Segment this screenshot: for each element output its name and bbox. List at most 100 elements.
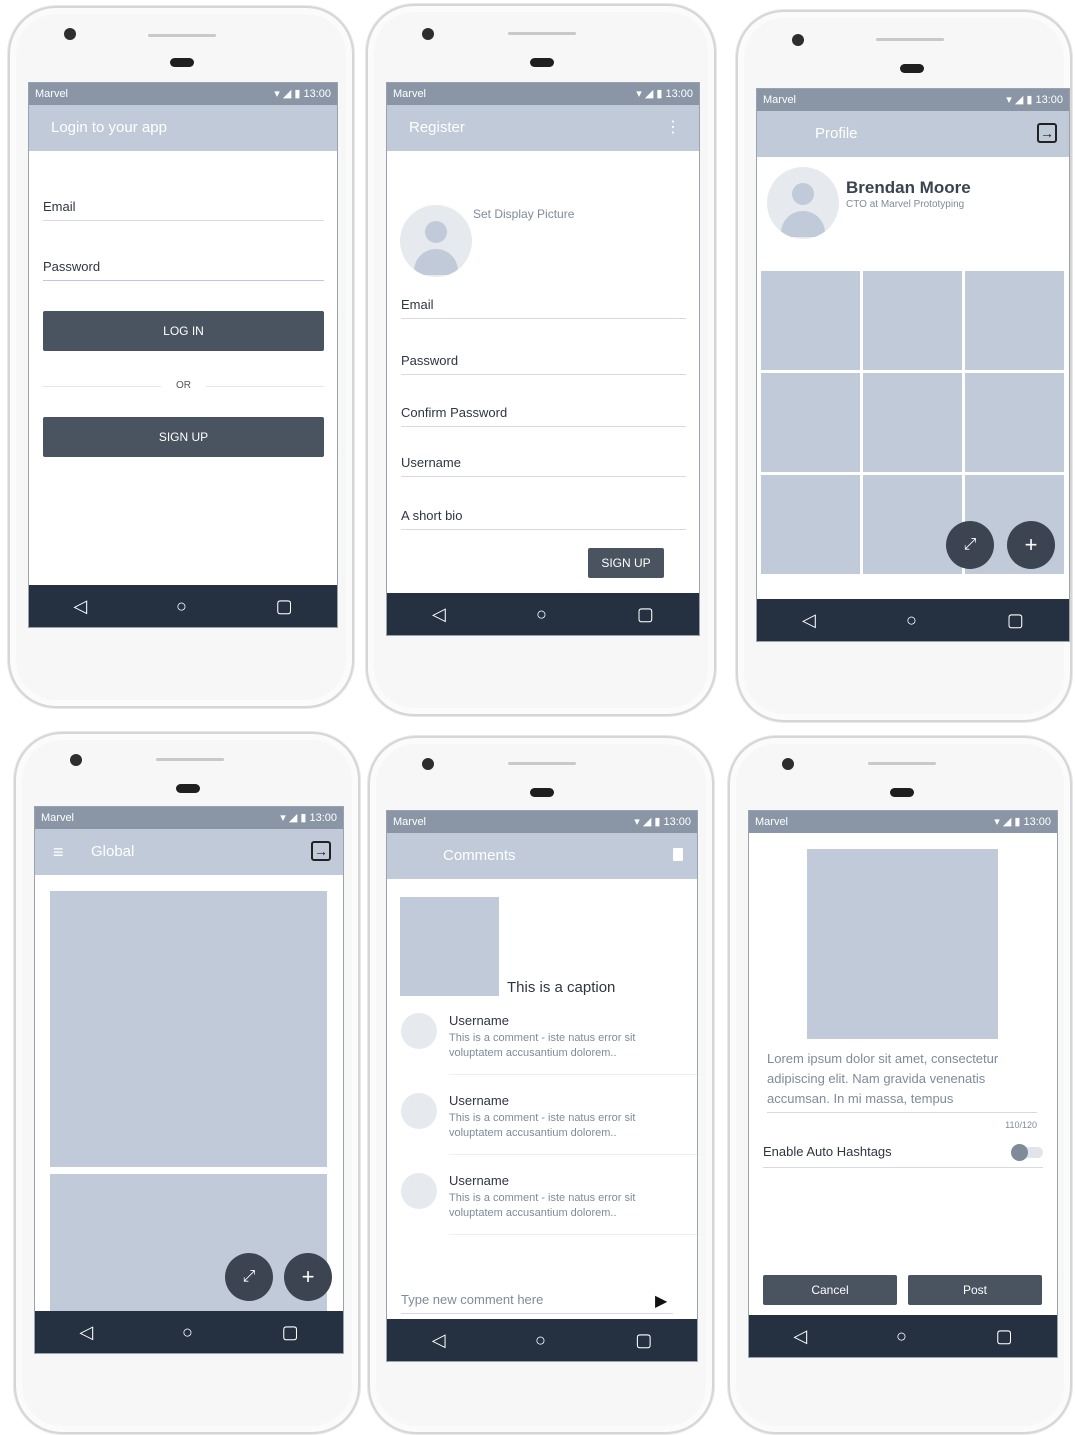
home-icon[interactable]: ○ — [535, 1330, 546, 1351]
recents-icon[interactable]: ▢ — [996, 1326, 1013, 1347]
camera-icon — [70, 754, 82, 766]
photo-tile[interactable] — [965, 271, 1064, 370]
avatar-body — [414, 249, 458, 275]
home-icon[interactable]: ○ — [182, 1322, 193, 1343]
post-image[interactable] — [400, 897, 499, 996]
confirm-password-field[interactable]: Confirm Password — [401, 405, 686, 427]
photo-tile[interactable] — [863, 373, 962, 472]
menu-icon[interactable]: ≡ — [53, 829, 64, 875]
logout-icon[interactable]: → — [311, 841, 331, 861]
expand-icon[interactable]: ⤢ — [946, 521, 994, 569]
back-icon[interactable]: ◁ — [432, 1330, 446, 1351]
carrier-label: Marvel — [41, 812, 75, 824]
signal-icon: ▾ ◢ ▮ — [1006, 94, 1036, 106]
photo-tile[interactable] — [761, 373, 860, 472]
status-right: ▾ ◢ ▮ 13:00 — [280, 807, 337, 829]
home-icon[interactable]: ○ — [536, 604, 547, 625]
nav-bar: ◁ ○ ▢ — [29, 585, 337, 627]
password-field[interactable]: Password — [401, 353, 686, 375]
username-field[interactable]: Username — [401, 455, 686, 477]
login-button[interactable]: LOG IN — [43, 311, 324, 351]
app-bar: Login to your app — [29, 105, 337, 151]
post-body-text[interactable]: Lorem ipsum dolor sit amet, consectetur … — [767, 1049, 1035, 1109]
recents-icon[interactable]: ▢ — [635, 1330, 652, 1351]
earpiece — [170, 58, 194, 67]
divider-line-right — [206, 386, 324, 387]
carrier-label: Marvel — [393, 816, 427, 828]
speaker-grill — [148, 34, 216, 37]
comment-divider — [449, 1074, 697, 1075]
comment-item: Username This is a comment - iste natus … — [387, 1011, 697, 1075]
password-label: Password — [43, 259, 101, 274]
nav-bar: ◁ ○ ▢ — [387, 1319, 697, 1361]
home-icon[interactable]: ○ — [896, 1326, 907, 1347]
password-field[interactable]: Password — [43, 259, 324, 281]
char-counter: 110/120 — [1005, 1120, 1037, 1130]
photo-tile[interactable] — [863, 271, 962, 370]
post-image-preview[interactable] — [807, 849, 998, 1039]
page-title: Global — [91, 843, 135, 860]
camera-icon — [64, 28, 76, 40]
comment-input[interactable]: Type new comment here — [401, 1291, 673, 1314]
camera-icon — [422, 28, 434, 40]
add-icon[interactable]: + — [284, 1253, 332, 1301]
trash-icon[interactable] — [673, 848, 683, 861]
recents-icon[interactable]: ▢ — [637, 604, 654, 625]
overflow-menu-icon[interactable]: ⋮ — [665, 105, 681, 151]
set-picture-link[interactable]: Set Display Picture — [473, 207, 574, 221]
email-field[interactable]: Email — [401, 297, 686, 319]
comment-username: Username — [449, 1093, 509, 1108]
email-field[interactable]: Email — [43, 199, 324, 221]
send-icon[interactable]: ▶ — [655, 1291, 667, 1311]
comment-username: Username — [449, 1173, 509, 1188]
clock: 13:00 — [303, 88, 331, 100]
speaker-grill — [508, 762, 576, 765]
status-right: ▾ ◢ ▮ 13:00 — [274, 83, 331, 105]
feed-post-image[interactable] — [50, 891, 327, 1167]
password-label: Password — [401, 353, 459, 368]
recents-icon[interactable]: ▢ — [276, 596, 293, 617]
page-title: Comments — [443, 847, 516, 864]
back-icon[interactable]: ◁ — [79, 1322, 93, 1343]
screen-register: Marvel ▾ ◢ ▮ 13:00 Register ⋮ Set Displa… — [386, 82, 700, 636]
phone-comments: Marvel ▾ ◢ ▮ 13:00 Comments This is a ca… — [368, 736, 714, 1434]
home-icon[interactable]: ○ — [176, 596, 187, 617]
add-icon[interactable]: + — [1007, 521, 1055, 569]
post-button[interactable]: Post — [908, 1275, 1042, 1305]
clock: 13:00 — [665, 88, 693, 100]
comment-input-placeholder: Type new comment here — [401, 1292, 544, 1307]
photo-tile[interactable] — [863, 475, 962, 574]
avatar-head — [425, 221, 447, 243]
back-icon[interactable]: ◁ — [73, 596, 87, 617]
auto-hashtags-row: Enable Auto Hashtags — [763, 1143, 1043, 1168]
auto-hashtags-toggle[interactable] — [1011, 1144, 1043, 1161]
cancel-button[interactable]: Cancel — [763, 1275, 897, 1305]
expand-icon[interactable]: ⤢ — [225, 1253, 273, 1301]
signup-button[interactable]: SIGN UP — [588, 548, 664, 578]
recents-icon[interactable]: ▢ — [282, 1322, 299, 1343]
back-icon[interactable]: ◁ — [793, 1326, 807, 1347]
recents-icon[interactable]: ▢ — [1007, 610, 1024, 631]
email-label: Email — [401, 297, 434, 312]
display-picture-avatar[interactable] — [400, 205, 472, 277]
feed-post-image[interactable] — [50, 1174, 327, 1314]
page-title: Login to your app — [51, 119, 167, 136]
nav-bar: ◁ ○ ▢ — [749, 1315, 1057, 1357]
back-icon[interactable]: ◁ — [432, 604, 446, 625]
username-label: Username — [401, 455, 461, 470]
photo-tile[interactable] — [761, 271, 860, 370]
back-icon[interactable]: ◁ — [802, 610, 816, 631]
photo-tile[interactable] — [761, 475, 860, 574]
commenter-avatar — [401, 1173, 437, 1209]
photo-tile[interactable] — [965, 373, 1064, 472]
logout-icon[interactable]: → — [1037, 123, 1057, 143]
auto-hashtags-label: Enable Auto Hashtags — [763, 1144, 892, 1159]
screen-global: Marvel ▾ ◢ ▮ 13:00 ≡ Global → ⤢ + ◁ ○ ▢ — [34, 806, 344, 1354]
home-icon[interactable]: ○ — [906, 610, 917, 631]
status-bar: Marvel ▾ ◢ ▮ 13:00 — [757, 89, 1069, 111]
signup-button[interactable]: SIGN UP — [43, 417, 324, 457]
camera-icon — [422, 758, 434, 770]
comment-text: This is a comment - iste natus error sit… — [449, 1112, 636, 1139]
status-bar: Marvel ▾ ◢ ▮ 13:00 — [749, 811, 1057, 833]
bio-field[interactable]: A short bio — [401, 508, 686, 530]
